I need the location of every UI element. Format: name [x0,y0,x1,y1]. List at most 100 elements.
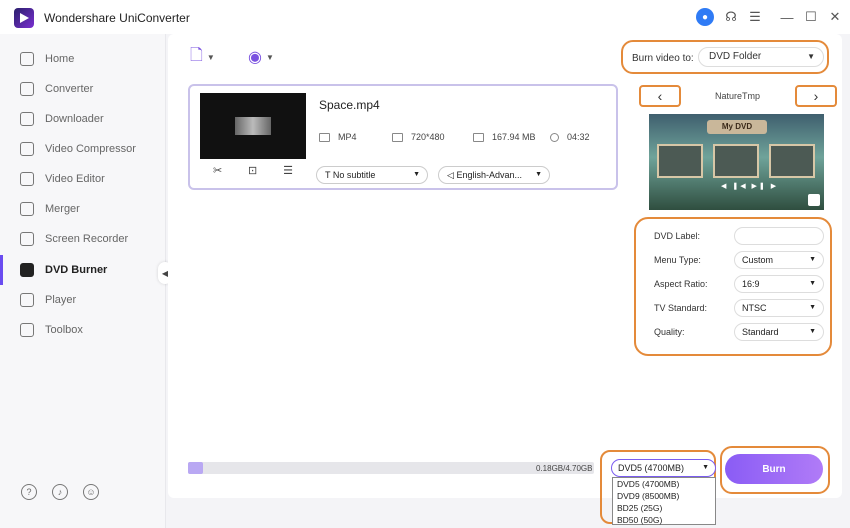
chevron-down-icon: ▼ [265,52,274,62]
merge-icon [20,202,34,216]
add-disc-icon: ◉ [248,49,262,66]
sidebar-item-label: Video Compressor [45,143,136,155]
sidebar-item-label: Downloader [45,113,104,125]
quality-label: Quality: [654,327,685,337]
maximize-icon[interactable]: ☐ [802,8,820,26]
sidebar-item-converter[interactable]: Converter [0,74,166,104]
chevron-down-icon: ▼ [809,328,816,335]
converter-icon [20,82,34,96]
burn-button[interactable]: Burn [725,454,823,484]
aspect-ratio-label: Aspect Ratio: [654,279,708,289]
audio-track-value: English-Advan... [456,170,522,180]
template-name: NatureTmp [715,91,761,101]
next-template-button[interactable]: › [795,85,837,107]
thumbnail-frame [769,144,815,178]
disc-option[interactable]: BD25 (25G) [613,502,715,514]
prev-template-button[interactable]: ‹ [639,85,681,107]
aspect-ratio-row: Aspect Ratio: 16:9 ▼ [654,275,824,295]
add-files-button[interactable]: 🗋 ▼ [190,46,215,68]
file-format: MP4 [319,132,357,142]
home-icon [20,52,34,66]
sidebar-item-downloader[interactable]: Downloader [0,104,166,134]
menu-type-row: Menu Type: Custom ▼ [654,251,824,271]
file-duration: 04:32 [550,132,590,142]
sidebar-item-video-compressor[interactable]: Video Compressor [0,134,166,164]
sidebar-item-label: DVD Burner [45,264,108,276]
disc-option[interactable]: BD50 (50G) [613,514,715,526]
thumbnail-frame [657,144,703,178]
chevron-down-icon: ▼ [413,171,420,178]
trim-icon[interactable]: ✂ [213,164,222,177]
disc-option[interactable]: DVD9 (8500MB) [613,490,715,502]
subtitle-value: No subtitle [332,170,376,180]
disc-type-select[interactable]: DVD5 (4700MB) ▼ [611,459,716,477]
effects-icon[interactable]: ☰ [283,164,293,177]
sidebar-item-label: Toolbox [45,324,83,336]
record-icon [20,232,34,246]
dvd-settings: DVD Label: Menu Type: Custom ▼ Aspect Ra… [634,217,832,356]
subtitle-select[interactable]: T No subtitle ▼ [316,166,428,184]
aspect-ratio-select[interactable]: 16:9 ▼ [734,275,824,293]
sidebar-item-label: Converter [45,83,94,95]
thumbnail-frame [713,144,759,178]
sidebar-item-toolbox[interactable]: Toolbox [0,315,166,345]
menu-type-select[interactable]: Custom ▼ [734,251,824,269]
feedback-icon[interactable]: ☺ [83,484,99,500]
dvd-label-label: DVD Label: [654,231,701,241]
user-avatar-icon[interactable]: ● [696,8,714,26]
burn-to-select[interactable]: DVD Folder ▼ [698,47,824,67]
tv-standard-row: TV Standard: NTSC ▼ [654,299,824,319]
thumbnail-actions: ✂ ⊡ ☰ [200,159,306,181]
toolbox-icon [20,323,34,337]
quality-select[interactable]: Standard ▼ [734,323,824,341]
menu-banner: My DVD [707,120,767,134]
disc-usage-fill [188,462,204,474]
sidebar-item-player[interactable]: Player [0,285,166,315]
file-name: Space.mp4 [319,98,380,112]
sidebar-item-label: Player [45,294,77,306]
chevron-left-icon: ‹ [657,88,663,104]
dvd-icon [20,263,34,277]
downloader-icon [20,112,34,126]
add-file-icon: 🗋 [190,46,203,64]
video-format-icon [319,132,330,142]
sidebar-item-dvd-burner[interactable]: DVD Burner [0,255,166,285]
sidebar-item-label: Video Editor [45,173,105,185]
sidebar-item-home[interactable]: Home [0,44,166,74]
chevron-down-icon: ▼ [807,52,815,61]
disc-option[interactable]: DVD5 (4700MB) [613,478,715,490]
sidebar-item-video-editor[interactable]: Video Editor [0,164,166,194]
load-disc-button[interactable]: ◉ ▼ [248,46,274,68]
menu-icon[interactable]: ☰ [746,8,764,26]
edit-template-icon[interactable] [808,194,820,206]
app-logo-icon [14,8,34,28]
video-thumbnail[interactable] [200,93,306,159]
audio-track-select[interactable]: ◁ English-Advan... ▼ [438,166,550,184]
dvd-label-input[interactable] [734,227,824,245]
file-size: 167.94 MB [473,132,536,142]
app-title: Wondershare UniConverter [44,11,190,25]
disc-type-dropdown: DVD5 (4700MB) DVD9 (8500MB) BD25 (25G) B… [612,477,716,525]
file-card: ✂ ⊡ ☰ Space.mp4 MP4 720*480 167.94 MB 04… [188,84,618,190]
chevron-down-icon: ▼ [702,464,709,471]
main-panel: 🗋 ▼ ◉ ▼ Burn video to: DVD Folder ▼ ✂ ⊡ ☰ … [168,34,842,525]
tv-standard-label: TV Standard: [654,303,708,313]
close-icon[interactable]: ✕ [826,8,844,26]
support-icon[interactable]: ☊ [722,8,740,26]
minimize-icon[interactable]: — [778,8,796,26]
disc-usage-bar [188,462,594,474]
notification-icon[interactable]: ♪ [52,484,68,500]
sidebar-item-merger[interactable]: Merger [0,194,166,224]
tv-standard-select[interactable]: NTSC ▼ [734,299,824,317]
sidebar-item-screen-recorder[interactable]: Screen Recorder [0,224,166,254]
playback-controls-icon: ◀ ❚◀ ▶❚ ▶ [721,183,779,190]
help-icon[interactable]: ? [21,484,37,500]
sidebar-item-label: Home [45,53,75,65]
audio-icon: ◁ [447,170,454,180]
chevron-down-icon: ▼ [809,304,816,311]
disc-usage-text: 0.18GB/4.70GB [536,464,593,473]
crop-icon[interactable]: ⊡ [248,164,257,177]
sidebar-item-label: Screen Recorder [45,233,129,245]
chevron-down-icon: ▼ [809,280,816,287]
file-resolution: 720*480 [392,132,445,142]
